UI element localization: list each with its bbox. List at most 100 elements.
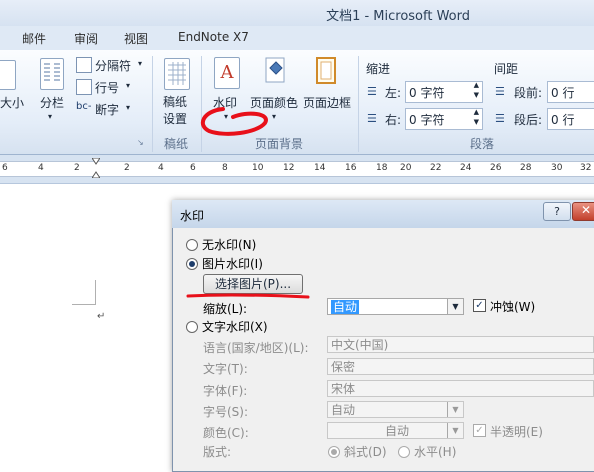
language-label: 语言(国家/地区)(L): bbox=[203, 341, 309, 355]
horizontal-label[interactable]: 水平(H) bbox=[414, 443, 456, 460]
no-watermark-label[interactable]: 无水印(N) bbox=[202, 236, 256, 253]
diagonal-radio[interactable] bbox=[328, 446, 340, 458]
ruler-tick: 30 bbox=[551, 163, 563, 173]
spacing-before-label: 段前: bbox=[514, 86, 543, 100]
indent-left-value: 0 字符 bbox=[409, 86, 445, 100]
size-value: 自动 bbox=[331, 403, 356, 417]
tab-endnote[interactable]: EndNote X7 bbox=[178, 30, 249, 44]
ruler-tick: 18 bbox=[376, 163, 388, 173]
tab-review[interactable]: 审阅 bbox=[74, 30, 98, 47]
semitransparent-label[interactable]: 半透明(E) bbox=[490, 423, 543, 440]
group-separator bbox=[152, 56, 153, 152]
close-icon: ✕ bbox=[581, 203, 592, 217]
no-watermark-radio[interactable] bbox=[186, 239, 198, 251]
scale-select[interactable]: 自动 ▼ bbox=[327, 298, 464, 315]
draft-group-label: 稿纸 bbox=[164, 137, 189, 151]
indent-left-input[interactable]: 0 字符 ▲ ▼ bbox=[405, 81, 483, 103]
language-select[interactable]: 中文(中国) bbox=[327, 336, 594, 353]
columns-lines-icon bbox=[44, 63, 60, 81]
size-label: 字号(S): bbox=[203, 405, 249, 419]
page-border-icon[interactable] bbox=[314, 56, 338, 86]
page-corner-mark bbox=[95, 280, 96, 304]
washout-label[interactable]: 冲蚀(W) bbox=[490, 298, 535, 315]
help-icon: ? bbox=[554, 205, 560, 218]
chevron-down-icon[interactable]: ▼ bbox=[447, 423, 463, 438]
hyphenation-chevron-down-icon[interactable]: ▾ bbox=[126, 103, 130, 112]
size-select[interactable]: 自动 ▼ bbox=[327, 401, 464, 418]
spacing-after-value: 0 行 bbox=[551, 113, 575, 127]
chevron-down-icon[interactable]: ▼ bbox=[447, 402, 463, 417]
ruler-track bbox=[0, 161, 594, 177]
diagonal-label[interactable]: 斜式(D) bbox=[344, 443, 387, 460]
draft-settings-button[interactable]: 稿纸 设置 bbox=[163, 94, 187, 128]
color-value: 自动 bbox=[384, 424, 409, 438]
radio-dot-icon bbox=[331, 449, 337, 455]
draft-paper-icon[interactable] bbox=[164, 58, 190, 90]
indent-left-label: 左: bbox=[385, 86, 402, 100]
line-numbers-chevron-down-icon[interactable]: ▾ bbox=[126, 81, 130, 90]
picture-watermark-radio[interactable] bbox=[186, 258, 198, 270]
ruler-tick: 4 bbox=[38, 163, 44, 173]
ruler-tick: 32 bbox=[580, 163, 592, 173]
ruler-tick: 4 bbox=[158, 163, 164, 173]
breaks-icon bbox=[76, 57, 92, 73]
watermark-icon[interactable]: A bbox=[214, 57, 240, 89]
color-label: 颜色(C): bbox=[203, 426, 249, 440]
spinner-arrows-icon[interactable]: ▲ ▼ bbox=[474, 107, 479, 127]
font-select[interactable]: 宋体 bbox=[327, 380, 594, 397]
indent-right-input[interactable]: 0 字符 ▲ ▼ bbox=[405, 108, 483, 130]
red-underline-annotation bbox=[186, 293, 310, 299]
horizontal-radio[interactable] bbox=[398, 446, 410, 458]
columns-chevron-down-icon[interactable]: ▾ bbox=[48, 112, 52, 121]
paint-bucket-icon[interactable] bbox=[263, 56, 287, 86]
hyphenation-button[interactable]: 断字 bbox=[95, 101, 119, 118]
spacing-after-label: 段后: bbox=[514, 113, 543, 127]
indent-header: 缩进 bbox=[366, 62, 391, 76]
picture-watermark-label[interactable]: 图片水印(I) bbox=[202, 255, 263, 272]
ruler-tick: 2 bbox=[74, 163, 80, 173]
spacing-before-value: 0 行 bbox=[551, 86, 575, 100]
ruler-tick: 16 bbox=[345, 163, 357, 173]
scale-label: 缩放(L): bbox=[203, 302, 248, 316]
line-numbers-button[interactable]: 行号 bbox=[95, 79, 119, 96]
dialog-title-bar[interactable] bbox=[172, 200, 594, 228]
window-title: 文档1 - Microsoft Word bbox=[326, 9, 470, 24]
grid-paper-icon bbox=[168, 62, 186, 85]
indent-marker-icon[interactable] bbox=[91, 157, 101, 179]
ruler-tick: 2 bbox=[124, 163, 130, 173]
tab-view[interactable]: 视图 bbox=[124, 30, 148, 47]
semitransparent-checkbox[interactable]: ✓ bbox=[473, 424, 486, 437]
page-borders-frame-icon bbox=[316, 57, 336, 84]
group-separator bbox=[358, 56, 359, 152]
ruler-tick: 10 bbox=[252, 163, 264, 173]
breaks-chevron-down-icon[interactable]: ▾ bbox=[138, 59, 142, 68]
hyphenation-icon: bc- bbox=[76, 101, 92, 112]
close-button[interactable]: ✕ bbox=[572, 202, 594, 221]
text-watermark-radio[interactable] bbox=[186, 321, 198, 333]
ruler-tick: 20 bbox=[400, 163, 412, 173]
help-button[interactable]: ? bbox=[543, 202, 571, 221]
text-input[interactable]: 保密 bbox=[327, 358, 594, 375]
indent-left-icon: ☰ bbox=[367, 85, 377, 98]
scale-value: 自动 bbox=[331, 300, 360, 314]
indent-right-value: 0 字符 bbox=[409, 113, 445, 127]
washout-checkbox[interactable]: ✓ bbox=[473, 299, 486, 312]
ruler-tick: 6 bbox=[190, 163, 196, 173]
dialog-launcher-icon[interactable]: ↘ bbox=[137, 138, 144, 147]
page-borders-button[interactable]: 页面边框 bbox=[303, 94, 351, 111]
columns-icon[interactable] bbox=[40, 58, 64, 90]
size-icon[interactable] bbox=[0, 60, 16, 90]
spacing-before-input[interactable]: 0 行 bbox=[547, 81, 594, 103]
breaks-button[interactable]: 分隔符 bbox=[95, 57, 131, 74]
color-select[interactable]: 自动 ▼ bbox=[327, 422, 464, 439]
chevron-down-icon[interactable]: ▼ bbox=[447, 299, 463, 314]
columns-button-label[interactable]: 分栏 bbox=[40, 94, 64, 111]
ruler-tick: 14 bbox=[314, 163, 326, 173]
tab-mailings[interactable]: 邮件 bbox=[22, 30, 46, 47]
spacing-after-input[interactable]: 0 行 bbox=[547, 108, 594, 130]
select-picture-button[interactable]: 选择图片(P)... bbox=[203, 274, 303, 294]
size-button-label[interactable]: 大小 bbox=[0, 94, 24, 111]
text-watermark-label[interactable]: 文字水印(X) bbox=[202, 318, 268, 335]
red-circle-annotation bbox=[200, 107, 268, 136]
spinner-arrows-icon[interactable]: ▲ ▼ bbox=[474, 80, 479, 100]
